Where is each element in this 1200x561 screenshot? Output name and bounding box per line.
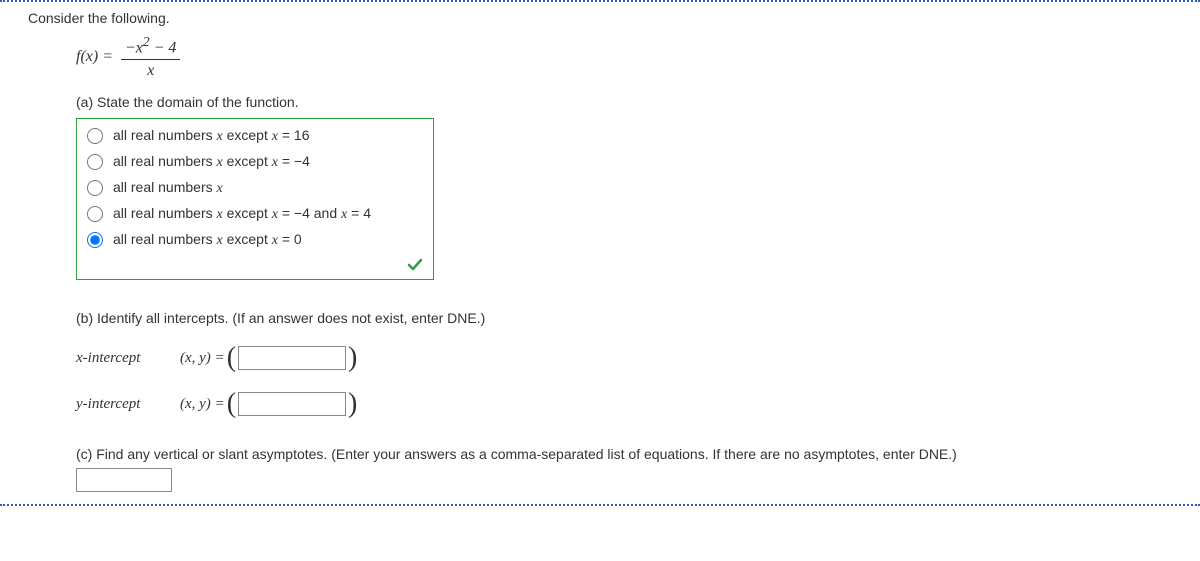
option-row[interactable]: all real numbers x except x = 0: [77, 227, 433, 253]
radio-option-1[interactable]: [87, 154, 103, 170]
x-intercept-row: x-intercept (x, y) = ( ): [76, 344, 1172, 372]
formula-denominator: x: [121, 60, 180, 80]
xy-equals: (x, y) =: [180, 396, 225, 413]
radio-option-3[interactable]: [87, 206, 103, 222]
xy-equals: (x, y) =: [180, 350, 225, 367]
option-text: all real numbers x except x = −4 and x =…: [113, 205, 371, 223]
part-b-prompt: (b) Identify all intercepts. (If an answ…: [76, 310, 1172, 326]
formula: f(x) = −x2 − 4 x: [76, 34, 1172, 80]
radio-option-0[interactable]: [87, 128, 103, 144]
question-content: Consider the following. f(x) = −x2 − 4 x…: [0, 10, 1200, 492]
part-a-prompt: (a) State the domain of the function.: [76, 94, 1172, 110]
part-c-prompt: (c) Find any vertical or slant asymptote…: [76, 446, 1172, 462]
option-text: all real numbers x except x = −4: [113, 153, 310, 171]
option-text: all real numbers x except x = 16: [113, 127, 310, 145]
option-text: all real numbers x except x = 0: [113, 231, 302, 249]
part-a-options: all real numbers x except x = 16 all rea…: [76, 118, 434, 280]
open-paren: (: [227, 344, 236, 372]
intro-text: Consider the following.: [28, 10, 1172, 26]
option-row[interactable]: all real numbers x except x = −4: [77, 149, 433, 175]
option-row[interactable]: all real numbers x except x = 16: [77, 123, 433, 149]
radio-option-4[interactable]: [87, 232, 103, 248]
open-paren: (: [227, 390, 236, 418]
formula-numerator: −x2 − 4: [121, 34, 180, 60]
x-intercept-label: x-intercept: [76, 350, 162, 367]
part-b: (b) Identify all intercepts. (If an answ…: [76, 310, 1172, 418]
check-icon: [407, 257, 423, 273]
question-container: Consider the following. f(x) = −x2 − 4 x…: [0, 0, 1200, 506]
x-intercept-input-group: (x, y) = ( ): [180, 344, 357, 372]
y-intercept-input[interactable]: [238, 392, 346, 416]
option-row[interactable]: all real numbers x: [77, 175, 433, 201]
y-intercept-input-group: (x, y) = ( ): [180, 390, 357, 418]
option-text: all real numbers x: [113, 179, 223, 197]
option-row[interactable]: all real numbers x except x = −4 and x =…: [77, 201, 433, 227]
y-intercept-row: y-intercept (x, y) = ( ): [76, 390, 1172, 418]
formula-fraction: −x2 − 4 x: [121, 34, 180, 80]
radio-option-2[interactable]: [87, 180, 103, 196]
x-intercept-input[interactable]: [238, 346, 346, 370]
formula-lhs: f(x) =: [76, 48, 117, 65]
close-paren: ): [348, 390, 357, 418]
asymptote-input[interactable]: [76, 468, 172, 492]
close-paren: ): [348, 344, 357, 372]
y-intercept-label: y-intercept: [76, 396, 162, 413]
